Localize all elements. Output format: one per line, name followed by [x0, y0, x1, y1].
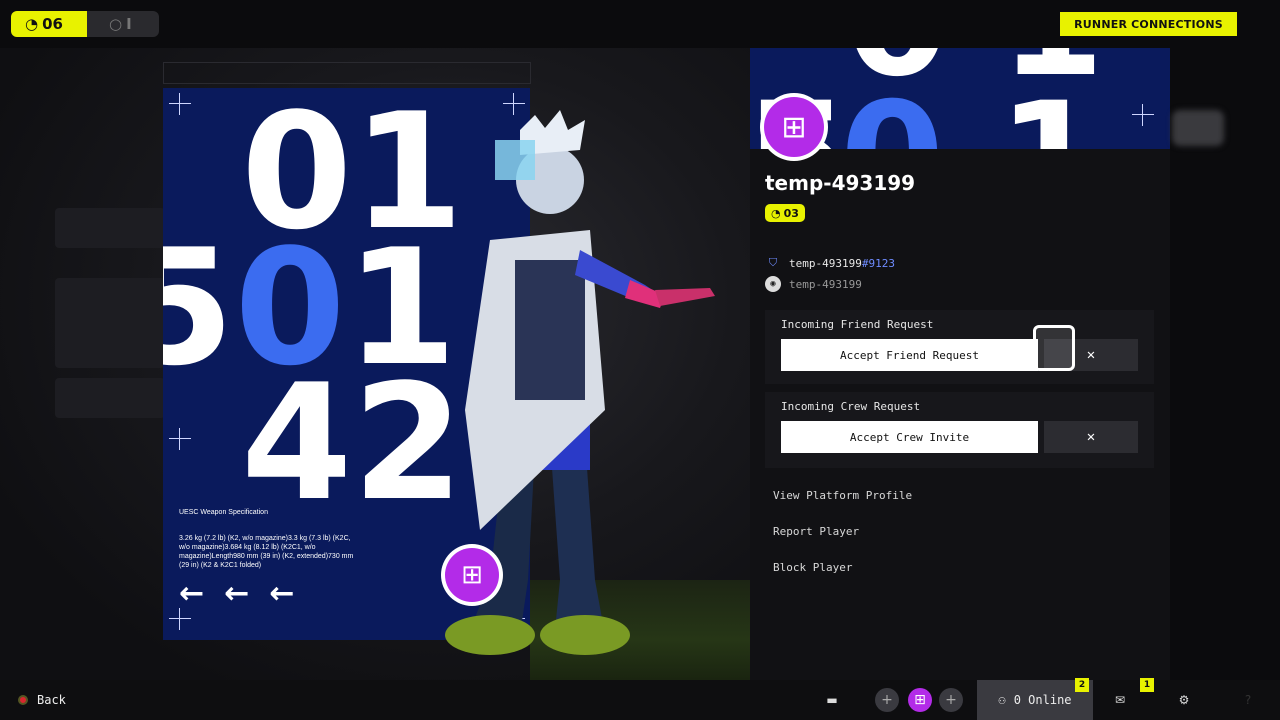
help-icon[interactable]: ? — [1238, 680, 1258, 720]
close-icon: ✕ — [1086, 347, 1096, 363]
player-profile-panel: 0 1 5 0 1 ⊞ temp-493199 ◔ 03 ⛉ temp-4931… — [750, 48, 1170, 680]
banner-digit: 1 — [998, 83, 1102, 149]
crew-request-box: Incoming Crew Request Accept Crew Invite… — [765, 392, 1154, 468]
crosshair-mark — [169, 608, 191, 630]
player-level-value: 03 — [783, 206, 799, 220]
level-toggle[interactable]: ◔ 06 ○ I — [11, 11, 159, 37]
plus-icon: + — [875, 688, 899, 712]
gear-icon[interactable]: ⚙ — [1174, 680, 1194, 720]
player-level-badge: ◔ 03 — [765, 204, 805, 222]
poster-spec-title: UESC Weapon Specification — [179, 509, 268, 516]
crew-request-title: Incoming Crew Request — [781, 400, 921, 413]
block-player-link[interactable]: Block Player — [773, 561, 852, 574]
bottom-bar: Back ▬ + ⊞ + ⚇ 0 Online 2 ✉ 1 ⚙ ? — [0, 678, 1280, 720]
back-label: Back — [37, 693, 66, 707]
background-ghost-panel — [1172, 110, 1224, 146]
avatar-glyph-icon: ⊞ — [908, 688, 932, 712]
back-button[interactable]: Back — [18, 680, 66, 720]
plus-icon: + — [939, 688, 963, 712]
platform-id: temp-493199#9123 — [789, 257, 895, 270]
psn-id-row: ◉ temp-493199 — [765, 276, 862, 292]
circle-button-icon — [18, 695, 28, 705]
poster-digit: 5 — [163, 214, 235, 401]
close-icon: ✕ — [1086, 429, 1096, 445]
poster-arrows: ← ← ← — [179, 576, 294, 611]
add-party-slot-button[interactable]: + — [875, 680, 899, 720]
background-ghost-panel — [55, 378, 165, 418]
mail-count-badge: 1 — [1140, 678, 1154, 692]
crosshair-mark — [1132, 104, 1154, 126]
background-ghost-panel — [55, 208, 165, 248]
circle-icon: ○ — [109, 15, 123, 33]
avatar-glyph-icon: ⊞ — [764, 97, 824, 157]
player-avatar: ⊞ — [760, 93, 828, 161]
shield-icon: ⛉ — [768, 256, 778, 269]
chat-icon[interactable]: ▬ — [820, 680, 844, 720]
party-member-avatar[interactable]: ⊞ — [907, 680, 933, 720]
psn-name: temp-493199 — [789, 277, 862, 291]
level-inactive-tab[interactable]: ○ I — [87, 11, 159, 37]
runner-icon: ◔ — [25, 15, 39, 33]
crosshair-mark — [169, 93, 191, 115]
platform-name: temp-493199 — [789, 256, 862, 270]
emblem-glyph-icon: ⊞ — [445, 548, 499, 602]
accept-friend-request-button[interactable]: Accept Friend Request — [781, 339, 1038, 371]
level-inactive-value: I — [126, 15, 132, 33]
online-count: 0 Online — [1013, 693, 1072, 707]
level-active-tab[interactable]: ◔ 06 — [11, 11, 87, 37]
accept-crew-invite-button[interactable]: Accept Crew Invite — [781, 421, 1038, 453]
mail-icon[interactable]: ✉ — [1110, 680, 1130, 720]
level-active-value: 06 — [42, 15, 63, 33]
selection-cursor — [1033, 325, 1075, 371]
online-count-badge: 2 — [1075, 678, 1089, 692]
background-ghost-panel — [55, 278, 165, 368]
arrow-left-icon: ← — [179, 576, 205, 611]
emblem-badge: ⊞ — [441, 544, 503, 606]
report-player-link[interactable]: Report Player — [773, 525, 859, 538]
banner-digit: 0 — [840, 83, 944, 149]
decline-crew-invite-button[interactable]: ✕ — [1044, 421, 1138, 453]
friend-request-box: Incoming Friend Request Accept Friend Re… — [765, 310, 1154, 384]
arrow-left-icon: ← — [269, 576, 295, 611]
player-username: temp-493199 — [765, 171, 916, 195]
runner-connections-button[interactable]: RUNNER CONNECTIONS — [1060, 12, 1237, 36]
arrow-left-icon: ← — [224, 576, 250, 611]
people-icon: ⚇ — [998, 693, 1006, 707]
poster-spec-body: 3.26 kg (7.2 lb) (K2, w/o magazine)3.3 k… — [179, 535, 354, 569]
crosshair-mark — [169, 428, 191, 450]
playstation-icon: ◉ — [765, 276, 781, 292]
platform-tag: #9123 — [861, 256, 895, 270]
runner-icon: ◔ — [771, 206, 781, 220]
view-platform-profile-link[interactable]: View Platform Profile — [773, 489, 912, 502]
platform-id-row: ⛉ temp-493199#9123 — [765, 255, 895, 271]
friend-request-title: Incoming Friend Request — [781, 318, 934, 331]
poster-header-frame — [163, 62, 531, 84]
top-bar: ◔ 06 ○ I RUNNER CONNECTIONS — [0, 0, 1280, 48]
add-party-slot-button[interactable]: + — [939, 680, 963, 720]
